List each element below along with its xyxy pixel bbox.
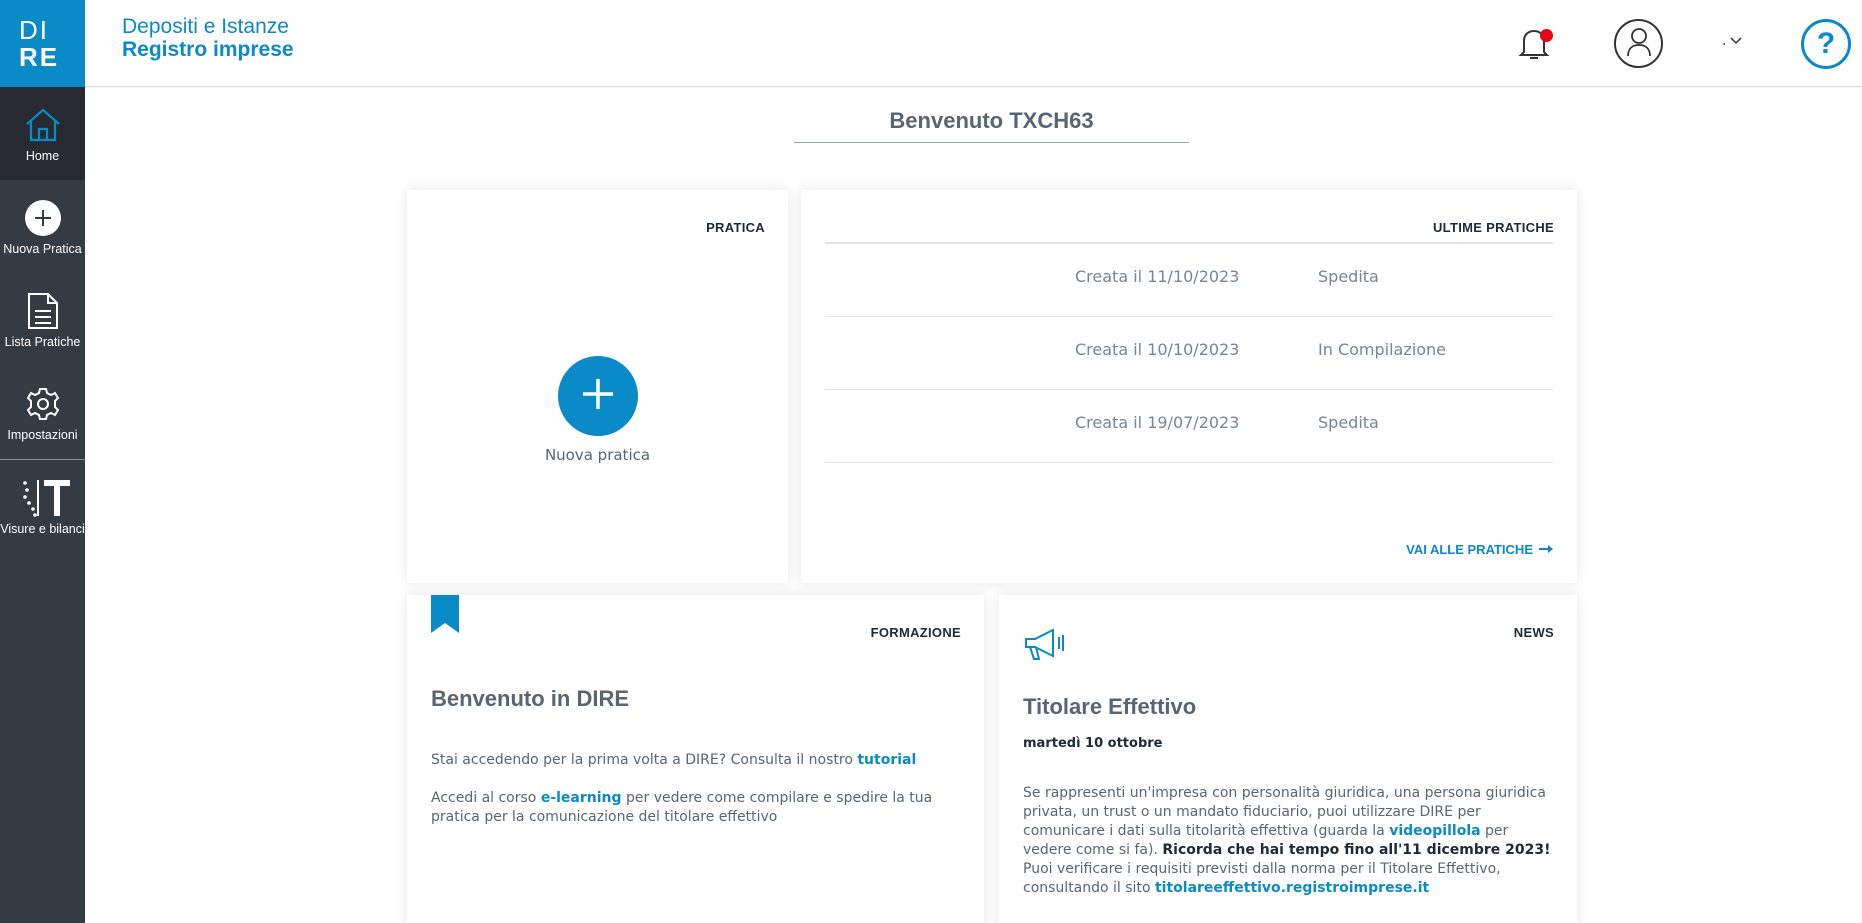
formazione-paragraph-2: Accedi al corso e-learning per vedere co…: [431, 789, 961, 827]
arrow-right-icon: [1539, 542, 1553, 557]
row-status: Spedita: [1318, 413, 1379, 432]
titolare-effettivo-site-link[interactable]: titolareeffettivo.registroimprese.it: [1155, 880, 1429, 896]
add-circle-icon: [24, 198, 62, 238]
row-status: Spedita: [1318, 267, 1379, 286]
gear-icon: [26, 384, 60, 424]
home-icon: [24, 105, 62, 145]
logo-line2: RE: [19, 41, 60, 72]
news-card-title: NEWS: [1513, 625, 1554, 640]
document-list-icon: [27, 291, 59, 331]
tutorial-link[interactable]: tutorial: [857, 752, 916, 768]
formazione-card: FORMAZIONE Benvenuto in DIRE Stai accede…: [407, 595, 984, 923]
news-deadline: Ricorda che hai tempo fino all'11 dicemb…: [1162, 842, 1551, 858]
table-row[interactable]: Creata il 10/10/2023 In Compilazione: [825, 317, 1553, 390]
table-row[interactable]: Creata il 19/07/2023 Spedita: [825, 390, 1553, 463]
e-learning-link[interactable]: e-learning: [541, 790, 622, 806]
user-menu[interactable]: .: [1722, 33, 1742, 49]
chevron-down-icon: [1730, 33, 1742, 49]
news-date: martedì 10 ottobre: [1023, 736, 1163, 751]
news-heading: Titolare Effettivo: [1023, 694, 1197, 719]
formazione-heading: Benvenuto in DIRE: [431, 686, 630, 711]
formazione-card-title: FORMAZIONE: [870, 625, 961, 640]
sidebar: DI RE Home Nuova Pratica Lista Pratiche: [0, 0, 85, 923]
row-status: In Compilazione: [1318, 340, 1446, 359]
logo-line1: DI: [19, 14, 49, 45]
sidebar-item-label: Lista Pratiche: [4, 334, 81, 349]
user-name-label: .: [1722, 33, 1727, 49]
plus-icon: [580, 376, 616, 416]
megaphone-icon: [1023, 626, 1067, 666]
main-content: Benvenuto TXCH63 PRATICA Nuova pratica U…: [85, 88, 1862, 923]
sidebar-item-visure-bilanci[interactable]: Visure e bilanci: [0, 460, 85, 553]
page-title: Benvenuto TXCH63: [794, 108, 1189, 143]
help-button[interactable]: ?: [1801, 19, 1851, 69]
pratica-card: PRATICA Nuova pratica: [407, 190, 788, 583]
brand: Depositi e Istanze Registro imprese: [122, 15, 294, 61]
ultime-pratiche-title: ULTIME PRATICHE: [1432, 220, 1554, 235]
formazione-p1-text: Stai accedendo per la prima volta a DIRE…: [431, 752, 853, 768]
brand-title: Depositi e Istanze: [122, 15, 289, 38]
table-row[interactable]: Creata il 11/10/2023 Spedita: [825, 244, 1553, 317]
pratica-card-title: PRATICA: [706, 220, 765, 235]
sidebar-item-impostazioni[interactable]: Impostazioni: [0, 366, 85, 459]
sidebar-item-nuova-pratica[interactable]: Nuova Pratica: [0, 180, 85, 273]
notification-badge: [1540, 29, 1553, 42]
help-icon: ?: [1816, 27, 1836, 60]
top-header: Depositi e Istanze Registro imprese . ?: [85, 0, 1862, 87]
news-paragraph-1: Se rappresenti un'impresa con personalit…: [1023, 784, 1553, 860]
ultime-pratiche-card: ULTIME PRATICHE Creata il 11/10/2023 Spe…: [801, 190, 1577, 583]
formazione-p2-pre: Accedi al corso: [431, 790, 537, 806]
visure-t-icon: [13, 478, 73, 518]
news-card: NEWS Titolare Effettivo martedì 10 ottob…: [999, 595, 1577, 923]
new-pratica-button[interactable]: [558, 356, 638, 436]
sidebar-item-home[interactable]: Home: [0, 87, 85, 180]
brand-subtitle: Registro imprese: [122, 38, 294, 61]
vai-alle-pratiche-label: VAI ALLE PRATICHE: [1406, 542, 1533, 557]
new-pratica-label[interactable]: Nuova pratica: [407, 446, 788, 464]
row-date: Creata il 19/07/2023: [1075, 413, 1240, 432]
user-avatar-button[interactable]: [1614, 19, 1663, 68]
videopillola-link[interactable]: videopillola: [1389, 823, 1480, 839]
vai-alle-pratiche-link[interactable]: VAI ALLE PRATICHE: [1406, 542, 1553, 557]
row-date: Creata il 11/10/2023: [1075, 267, 1240, 286]
formazione-paragraph-1: Stai accedendo per la prima volta a DIRE…: [431, 751, 961, 770]
sidebar-item-lista-pratiche[interactable]: Lista Pratiche: [0, 273, 85, 366]
sidebar-item-label: Visure e bilanci: [0, 521, 85, 536]
user-icon: [1626, 27, 1652, 61]
sidebar-item-label: Impostazioni: [7, 427, 78, 442]
sidebar-item-label: Home: [25, 148, 60, 163]
bookmark-icon: [431, 595, 459, 637]
dire-logo[interactable]: DI RE: [0, 0, 85, 87]
notifications-button[interactable]: [1518, 26, 1558, 66]
sidebar-item-label: Nuova Pratica: [3, 241, 82, 256]
row-date: Creata il 10/10/2023: [1075, 340, 1240, 359]
news-paragraph-2: Puoi verificare i requisiti previsti dal…: [1023, 860, 1553, 898]
bell-icon: [1518, 29, 1550, 66]
